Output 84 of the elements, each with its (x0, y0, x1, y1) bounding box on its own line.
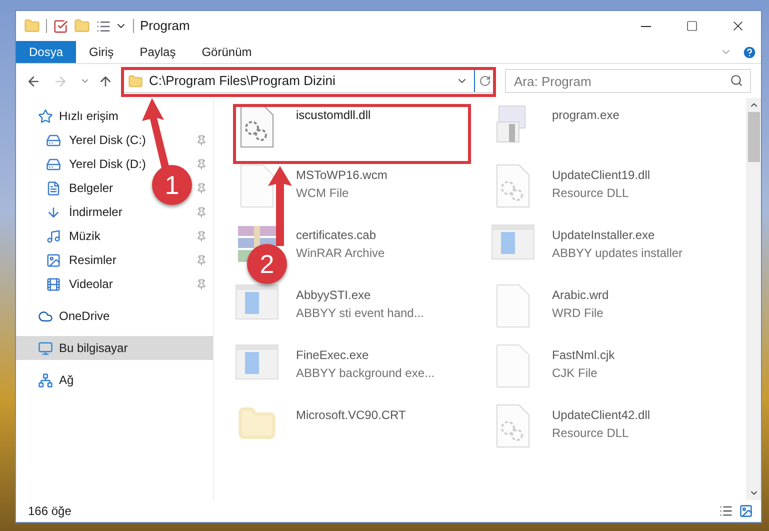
pin-icon[interactable] (196, 182, 207, 194)
file-name[interactable]: AbbyySTI.exe (296, 286, 424, 304)
star-icon (38, 108, 53, 124)
pin-icon[interactable] (196, 134, 207, 146)
file-name[interactable]: Arabic.wrd (552, 286, 609, 304)
blank-file-icon (496, 344, 530, 388)
maximize-icon (686, 20, 698, 32)
monitor-icon (38, 340, 53, 356)
music-icon (46, 228, 61, 244)
application-icon (235, 284, 279, 320)
sidebar-item[interactable]: Yerel Disk (C:) (69, 131, 146, 149)
sidebar-item[interactable]: Belgeler (69, 179, 114, 197)
file-type: Resource DLL (552, 425, 630, 442)
item-count: 166 öğe (28, 503, 72, 520)
up-icon[interactable] (98, 74, 113, 88)
help-icon[interactable] (742, 44, 757, 60)
sidebar-item[interactable]: Hızlı erişim (16, 104, 213, 128)
sidebar-item[interactable]: OneDrive (16, 304, 213, 328)
file-type: CJK File (552, 365, 598, 382)
search-icon (730, 74, 743, 87)
file-type: ABBYY updates installer (552, 245, 683, 262)
application-icon (491, 224, 535, 260)
blank-file-icon (496, 284, 530, 328)
file-name[interactable]: UpdateClient42.dll (552, 406, 650, 424)
refresh-icon (478, 75, 490, 87)
gear-file-icon (496, 164, 530, 208)
file-name[interactable]: MSToWP16.wcm (296, 166, 388, 184)
folder-icon (128, 74, 143, 88)
file-name[interactable]: UpdateInstaller.exe (552, 226, 683, 244)
sidebar-item[interactable]: Videolar (69, 275, 113, 293)
view-icon[interactable] (96, 18, 111, 34)
new-folder-icon[interactable] (74, 18, 90, 34)
sidebar-item[interactable]: Bu bilgisayar (16, 336, 213, 360)
drive-icon (46, 156, 61, 172)
gear-file-icon (496, 404, 530, 448)
large-icons-view-icon[interactable] (739, 504, 753, 518)
file-name[interactable]: iscustomdll.dll (296, 106, 371, 124)
file-type: Resource DLL (552, 185, 630, 202)
pin-icon[interactable] (196, 158, 207, 170)
document-icon (46, 180, 61, 196)
back-icon[interactable] (26, 74, 41, 88)
cloud-icon (38, 308, 53, 324)
address-path: C:\Program Files\Program Dizini (149, 72, 336, 90)
properties-icon[interactable] (53, 18, 68, 34)
sidebar-item[interactable]: Müzik (69, 227, 100, 245)
application-icon (235, 344, 279, 380)
gear-file-icon (240, 104, 274, 148)
search-field[interactable]: Ara: Program (505, 69, 751, 93)
sidebar-item[interactable]: Resimler (69, 251, 116, 269)
file-type: WRD File (552, 305, 604, 322)
window-title: Program (140, 17, 190, 36)
ribbon-tab[interactable]: Görünüm (188, 41, 265, 63)
file-type: ABBYY sti event hand... (296, 305, 424, 322)
scroll-thumb[interactable] (748, 112, 760, 162)
file-type: WinRAR Archive (296, 245, 385, 262)
scrollbar[interactable] (746, 98, 761, 500)
film-icon (46, 276, 61, 292)
details-view-icon[interactable] (719, 504, 733, 518)
blank-file-icon (240, 164, 274, 208)
file-type: WCM File (296, 185, 350, 202)
ribbon-tab[interactable]: Giriş (76, 41, 127, 63)
ribbon-tab[interactable]: Paylaş (126, 41, 189, 63)
file-name[interactable]: certificates.cab (296, 226, 385, 244)
sidebar-item[interactable]: Yerel Disk (D:) (69, 155, 146, 173)
file-name[interactable]: UpdateClient19.dll (552, 166, 650, 184)
pin-icon[interactable] (196, 230, 207, 242)
file-name[interactable]: Microsoft.VC90.CRT (296, 406, 406, 424)
sidebar-item[interactable]: İndirmeler (69, 203, 122, 221)
ribbon-tab[interactable]: Dosya (16, 41, 76, 63)
pin-icon[interactable] (196, 254, 207, 266)
network-icon (38, 372, 53, 388)
pin-icon[interactable] (196, 206, 207, 218)
picture-icon (46, 252, 61, 268)
file-type: ABBYY background exe... (296, 365, 435, 382)
file-name[interactable]: program.exe (552, 106, 620, 124)
sidebar-item[interactable]: Ağ (16, 368, 213, 392)
file-name[interactable]: FineExec.exe (296, 346, 435, 364)
pin-icon[interactable] (196, 278, 207, 290)
address-bar[interactable]: C:\Program Files\Program Dizini (121, 69, 495, 93)
forward-icon[interactable] (53, 74, 68, 88)
drive-icon (46, 132, 61, 148)
file-name[interactable]: FastNml.cjk (552, 346, 615, 364)
download-icon (46, 204, 61, 220)
folder-icon[interactable] (24, 18, 40, 34)
